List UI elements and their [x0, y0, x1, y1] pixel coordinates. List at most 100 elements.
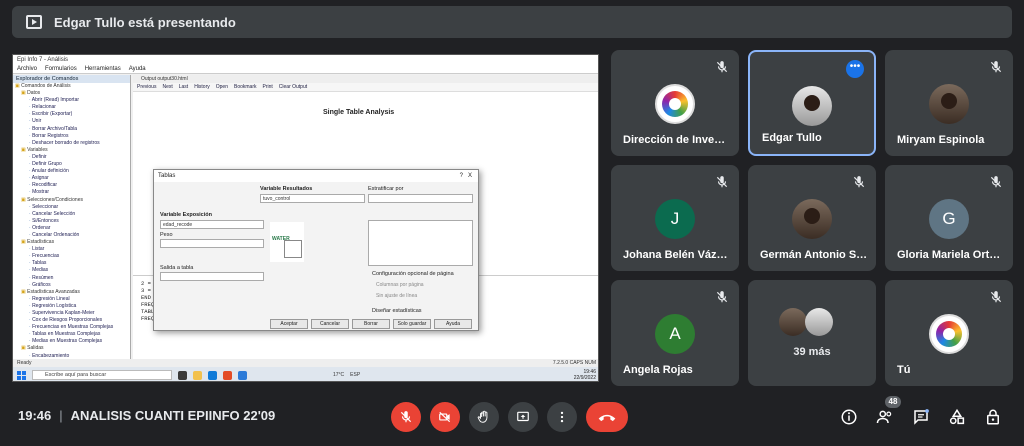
tree-command[interactable]: Cox de Riesgos Proporcionales: [13, 317, 130, 324]
tree-command[interactable]: Borrar Registros: [13, 133, 130, 140]
close-icon: X: [467, 173, 472, 179]
status-left: Ready: [17, 360, 32, 366]
chat-icon: [914, 409, 929, 425]
taskbar-date: 22/9/2022: [573, 375, 596, 381]
call-end-icon: [598, 414, 616, 422]
lock-icon: [987, 409, 999, 425]
toolbar-item: Print: [262, 84, 273, 90]
avatar: [929, 84, 969, 124]
tree-command[interactable]: Escribir (Exportar): [13, 111, 130, 118]
tree-command[interactable]: Definir Grupo: [13, 161, 130, 168]
tree-command[interactable]: Tablas: [13, 260, 130, 267]
tree-command[interactable]: Gráficos: [13, 282, 130, 289]
tree-command[interactable]: Listar: [13, 246, 130, 253]
tree-command[interactable]: Regresión Lineal: [13, 296, 130, 303]
tree-command[interactable]: Definir: [13, 154, 130, 161]
output-heading: Single Table Analysis: [323, 109, 395, 116]
result-variable-label: Variable Resultados: [260, 186, 313, 192]
tree-command[interactable]: Resúmen: [13, 275, 130, 282]
tree-folder[interactable]: Selecciones/Condiciones: [13, 197, 130, 204]
participant-name: Gloria Mariela Ort…: [897, 249, 1001, 261]
tree-command[interactable]: Deshacer borrado de registros: [13, 140, 130, 147]
tree-folder[interactable]: Estadísticas Avanzadas: [13, 289, 130, 296]
camera-toggle-button[interactable]: [430, 402, 460, 432]
present-button[interactable]: [508, 402, 538, 432]
separator: |: [59, 408, 63, 423]
tree-folder[interactable]: Datos: [13, 90, 130, 97]
presenting-banner: Edgar Tullo está presentando: [12, 6, 1012, 38]
toolbar-item: Open: [215, 84, 228, 90]
tree-command[interactable]: Regresión Logística: [13, 303, 130, 310]
participant-tile[interactable]: G Gloria Mariela Ort…: [885, 165, 1013, 271]
participant-tile[interactable]: Miryam Espinola: [885, 50, 1013, 156]
windows-start-icon: [17, 370, 26, 380]
meeting-details-button[interactable]: [838, 406, 860, 428]
clear-button: Borrar: [352, 319, 390, 329]
participant-tile[interactable]: A Angela Rojas: [611, 280, 739, 386]
chat-button[interactable]: [910, 406, 932, 428]
dialog-title: Tablas: [158, 173, 176, 179]
more-participants-tile[interactable]: 39 más: [748, 280, 876, 386]
tree-command[interactable]: Frecuencias en Muestras Complejas: [13, 324, 130, 331]
tree-folder[interactable]: Variables: [13, 147, 130, 154]
participant-name: Edgar Tullo: [762, 132, 822, 144]
tree-command[interactable]: Unir: [13, 118, 130, 125]
tree-folder[interactable]: Salidas: [13, 345, 130, 352]
tree-command[interactable]: Borrar Archivo/Tabla: [13, 126, 130, 133]
tree-command[interactable]: Medias en Muestras Complejas: [13, 338, 130, 345]
mic-toggle-button[interactable]: [391, 402, 421, 432]
people-button[interactable]: [874, 406, 896, 428]
tree-command[interactable]: Mostrar: [13, 189, 130, 196]
tree-command[interactable]: Cancelar Ordenación: [13, 232, 130, 239]
toolbar-item: Clear Output: [278, 84, 308, 90]
tree-command[interactable]: Abrir (Read) Importar: [13, 97, 130, 104]
tree-command[interactable]: Frecuencias: [13, 253, 130, 260]
participant-name: Johana Belén Vázq…: [623, 249, 731, 261]
tree-command[interactable]: Seleccionar: [13, 204, 130, 211]
more-vert-icon: [560, 411, 564, 423]
participant-name: Miryam Espinola: [897, 134, 985, 146]
tree-command[interactable]: Ordenar: [13, 225, 130, 232]
mic-off-icon: [989, 60, 1003, 74]
tree-folder[interactable]: Estadísticas: [13, 239, 130, 246]
cancel-button: Cancelar: [311, 319, 349, 329]
tree-command[interactable]: Medias: [13, 267, 130, 274]
toolbar-item: Next: [162, 84, 173, 90]
participant-tile[interactable]: Tú: [885, 280, 1013, 386]
toolbar-item: History: [194, 84, 210, 90]
participant-tile[interactable]: J Johana Belén Vázq…: [611, 165, 739, 271]
tree-command[interactable]: Cancelar Selección: [13, 211, 130, 218]
activities-button[interactable]: [946, 406, 968, 428]
tree-command[interactable]: Tablas en Muestras Complejas: [13, 331, 130, 338]
screen-menu-item: Archivo: [17, 66, 38, 72]
stratify-select: [368, 194, 473, 203]
tile-options-button[interactable]: •••: [846, 60, 864, 78]
columns-per-page-check: Columnas por página: [376, 282, 424, 288]
tree-command[interactable]: Si/Entonces: [13, 218, 130, 225]
more-count: 39 más: [793, 346, 831, 358]
exposure-variable-select: edad_recode: [160, 220, 264, 229]
tree-command[interactable]: Supervivencia Kaplan-Meier: [13, 310, 130, 317]
leave-call-button[interactable]: [586, 402, 628, 432]
more-options-button[interactable]: [547, 402, 577, 432]
tree-command[interactable]: Anular definición: [13, 168, 130, 175]
tree-command[interactable]: Asignar: [13, 175, 130, 182]
mic-off-icon: [715, 290, 729, 304]
tree-folder[interactable]: Comandos de Análisis: [13, 83, 130, 90]
mic-off-icon: [852, 175, 866, 189]
shared-screen[interactable]: Epi Info 7 - Análisis Archivo Formulario…: [12, 54, 599, 382]
avatar: J: [655, 199, 695, 239]
avatar: [929, 314, 969, 354]
output-tab: Output output30.html: [133, 75, 598, 83]
help-button: Ayuda: [434, 319, 472, 329]
tree-command[interactable]: Recodificar: [13, 182, 130, 189]
participant-tile[interactable]: Germán Antonio S…: [748, 165, 876, 271]
participant-tile[interactable]: ••• Edgar Tullo: [748, 50, 876, 156]
participant-tile[interactable]: Dirección de Inves…: [611, 50, 739, 156]
host-controls-button[interactable]: [982, 406, 1004, 428]
screen-menu-bar: Archivo Formularios Herramientas Ayuda: [13, 65, 598, 74]
taskbar-search: Escribe aquí para buscar: [32, 370, 172, 380]
raise-hand-button[interactable]: [469, 402, 499, 432]
tables-dialog: Tablas ? X Variable Resultados tuvo_cont…: [153, 169, 479, 331]
tree-command[interactable]: Relacionar: [13, 104, 130, 111]
